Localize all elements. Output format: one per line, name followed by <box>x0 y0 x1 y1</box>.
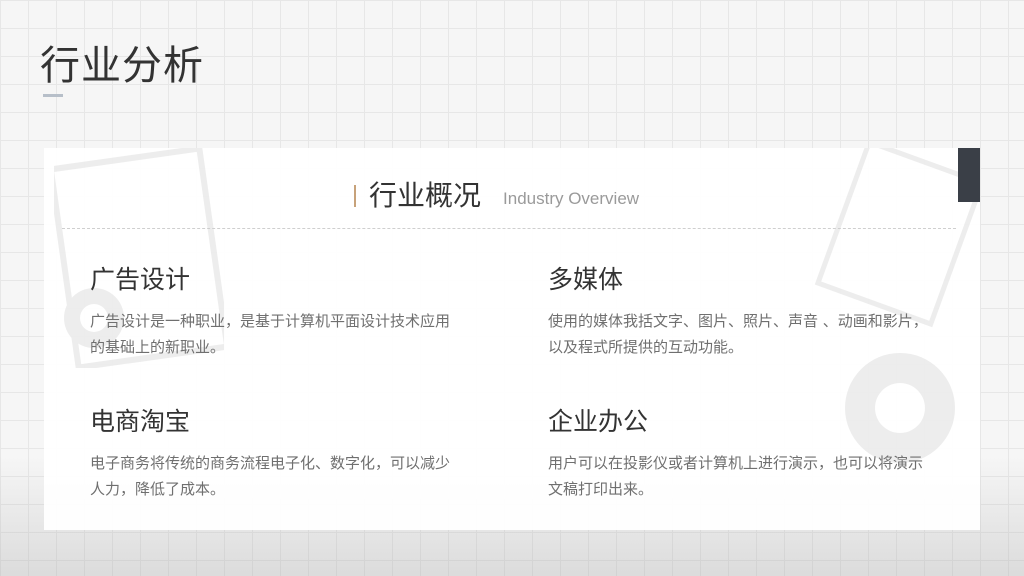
card-ad-design: 广告设计 广告设计是一种职业，是基于计算机平面设计技术应用的基础上的新职业。 <box>90 264 460 360</box>
page-title: 行业分析 <box>40 43 204 89</box>
dark-side-tab <box>958 148 980 202</box>
card-office: 企业办公 用户可以在投影仪或者计算机上进行演示，也可以将演示文稿打印出来。 <box>548 406 928 502</box>
card-description: 使用的媒体我括文字、图片、照片、声音 、动画和影片，以及程式所提供的互动功能。 <box>548 312 928 356</box>
card-title: 多媒体 <box>548 265 624 294</box>
card-title: 电商淘宝 <box>90 407 191 436</box>
section-subtitle: Industry Overview <box>503 189 640 208</box>
section-header: 行业概况 Industry Overview <box>354 178 639 214</box>
card-multimedia: 多媒体 使用的媒体我括文字、图片、照片、声音 、动画和影片，以及程式所提供的互动… <box>548 264 928 360</box>
card-title: 企业办公 <box>548 407 649 436</box>
dashed-divider <box>62 228 956 229</box>
card-description: 广告设计是一种职业，是基于计算机平面设计技术应用的基础上的新职业。 <box>90 312 451 356</box>
header-accent-bar <box>354 185 356 207</box>
card-description: 用户可以在投影仪或者计算机上进行演示，也可以将演示文稿打印出来。 <box>548 454 924 498</box>
section-title: 行业概况 <box>369 179 482 212</box>
title-underline <box>43 94 63 97</box>
card-title: 广告设计 <box>90 265 191 294</box>
card-description: 电子商务将传统的商务流程电子化、数字化，可以减少人力，降低了成本。 <box>90 454 451 498</box>
card-ecommerce: 电商淘宝 电子商务将传统的商务流程电子化、数字化，可以减少人力，降低了成本。 <box>90 406 460 502</box>
content-panel: 行业概况 Industry Overview 广告设计 广告设计是一种职业，是基… <box>44 148 980 530</box>
